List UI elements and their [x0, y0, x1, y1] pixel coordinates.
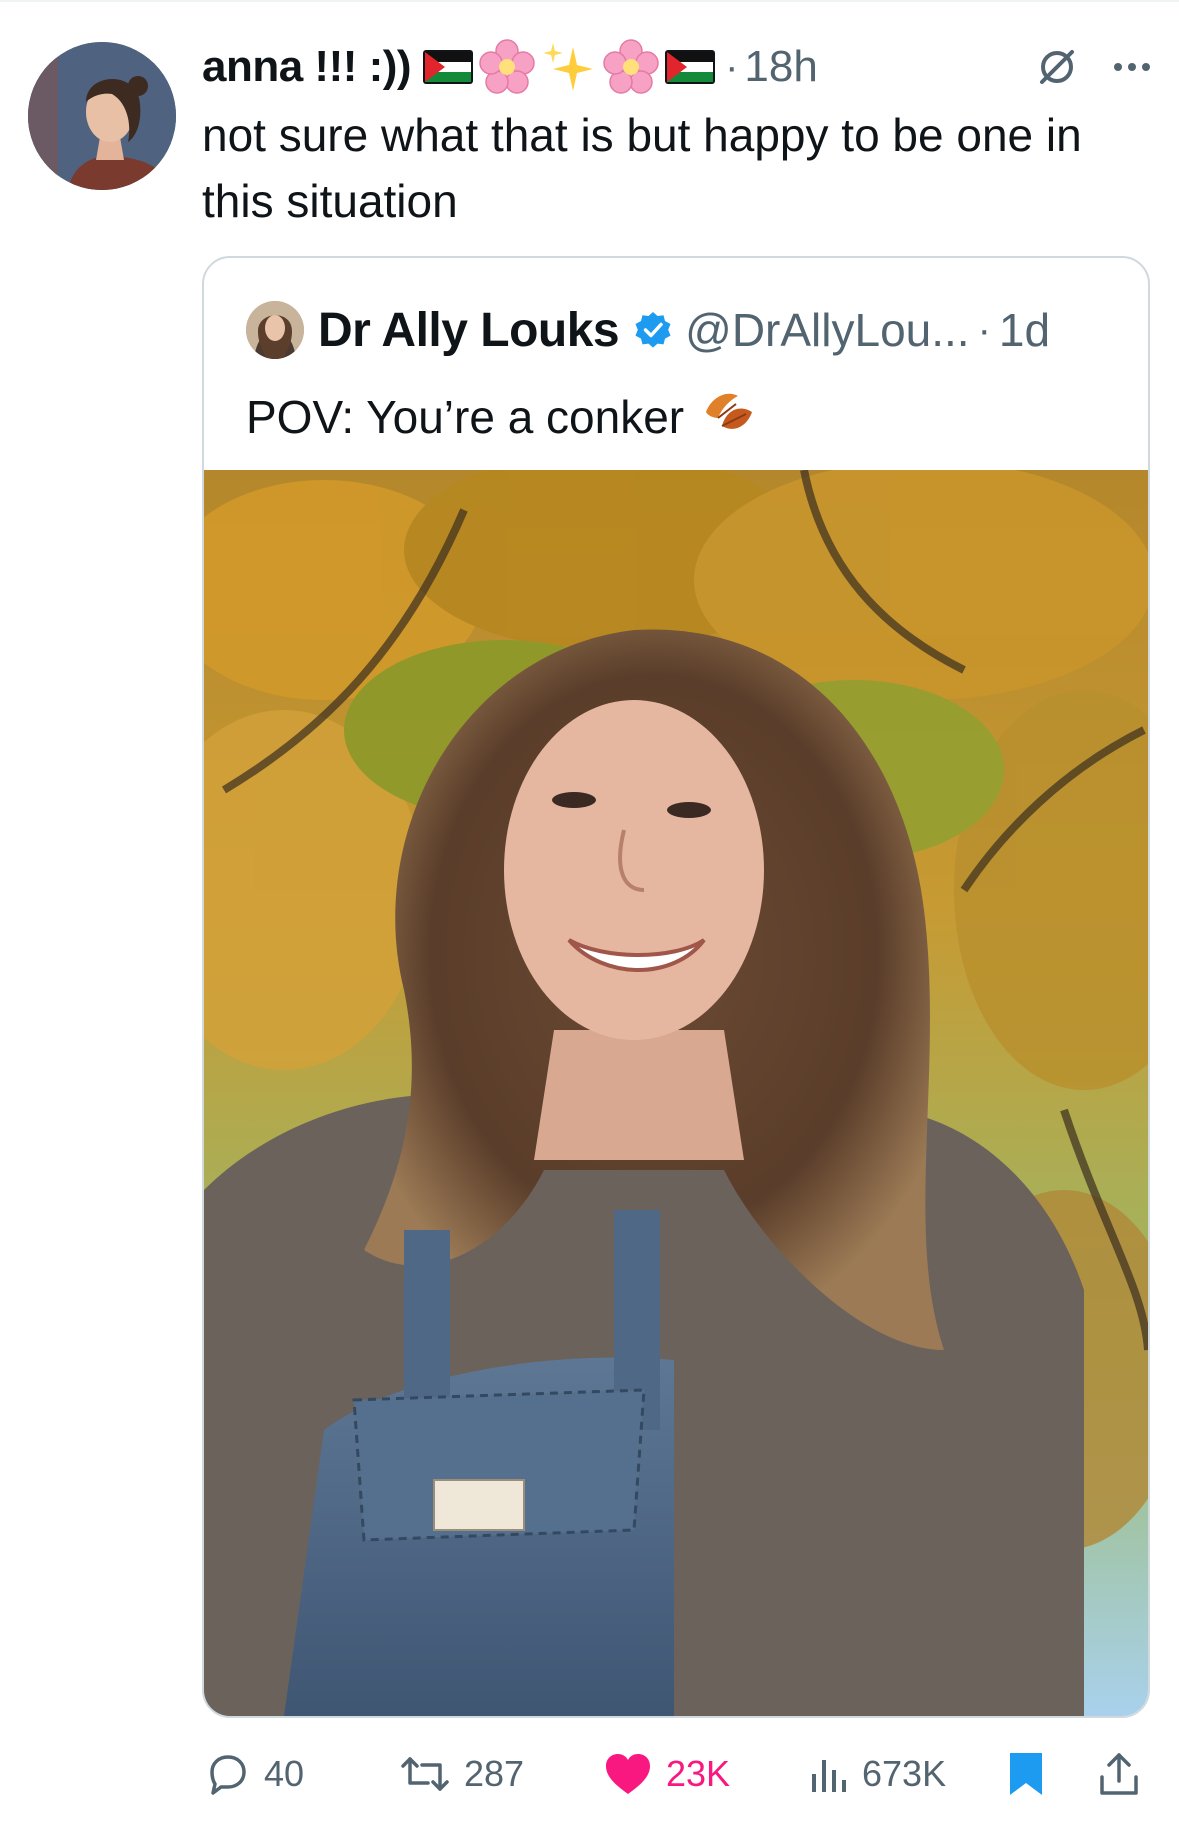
retweet-button[interactable]: 287 [400, 1751, 524, 1797]
quoted-tweet-text-row: POV: You’re a conker [246, 382, 756, 452]
verified-badge-icon [633, 310, 673, 350]
quoted-tweet-card[interactable]: Dr Ally Louks @DrAllyLou... · 1d POV: Yo… [202, 256, 1150, 1718]
quoted-author-avatar[interactable] [246, 301, 304, 359]
palestine-flag-icon [665, 50, 716, 84]
quoted-tweet-timestamp[interactable]: 1d [999, 303, 1050, 357]
bookmark-filled-icon [1010, 1753, 1042, 1795]
retweet-count: 287 [464, 1753, 525, 1794]
retweet-icon [401, 1757, 449, 1791]
view-count: 673K [862, 1753, 947, 1794]
quoted-tweet-photo[interactable] [204, 470, 1148, 1716]
grok-icon[interactable] [1036, 46, 1078, 88]
header-actions [1036, 38, 1152, 96]
tweet-text: not sure what that is but happy to be on… [202, 109, 1082, 227]
author-name-emojis [423, 39, 716, 95]
tweet-header: anna !!! :)) · 18h [202, 38, 1152, 96]
reply-count: 40 [264, 1753, 305, 1794]
share-button[interactable] [1098, 1751, 1140, 1797]
reply-button[interactable]: 40 [204, 1751, 304, 1797]
quoted-author-handle[interactable]: @DrAllyLou... [685, 303, 969, 357]
tweet-action-bar: 40 287 23K 673K [202, 1742, 1150, 1806]
quoted-avatar-portrait-icon [246, 301, 304, 359]
like-button[interactable]: 23K [604, 1752, 730, 1796]
avatar-portrait-icon [28, 42, 176, 190]
top-divider [0, 0, 1179, 2]
quoted-author-display-name[interactable]: Dr Ally Louks [318, 303, 620, 358]
views-button[interactable]: 673K [808, 1753, 946, 1795]
quoted-tweet-text: POV: You’re a conker [246, 391, 685, 443]
author-display-name[interactable]: anna !!! :)) [202, 42, 412, 92]
cherry-blossom-icon [479, 39, 535, 95]
palestine-flag-icon [423, 50, 474, 84]
like-count: 23K [666, 1753, 731, 1794]
photo-image [204, 470, 1148, 1716]
fallen-leaf-icon [700, 382, 756, 452]
heart-icon [606, 1754, 650, 1794]
quoted-header-separator: · [977, 307, 991, 352]
header-separator: · [725, 44, 739, 89]
quoted-tweet-header: Dr Ally Louks @DrAllyLou... · 1d [246, 300, 1050, 360]
reply-icon [210, 1755, 246, 1795]
author-avatar[interactable] [28, 42, 176, 190]
more-options-icon[interactable] [1112, 61, 1152, 73]
share-icon [1100, 1753, 1138, 1795]
views-chart-icon [812, 1760, 846, 1792]
tweet-timestamp[interactable]: 18h [744, 42, 817, 92]
cherry-blossom-icon [603, 39, 659, 95]
sparkles-icon [541, 39, 597, 95]
bookmark-button[interactable] [1008, 1751, 1044, 1797]
